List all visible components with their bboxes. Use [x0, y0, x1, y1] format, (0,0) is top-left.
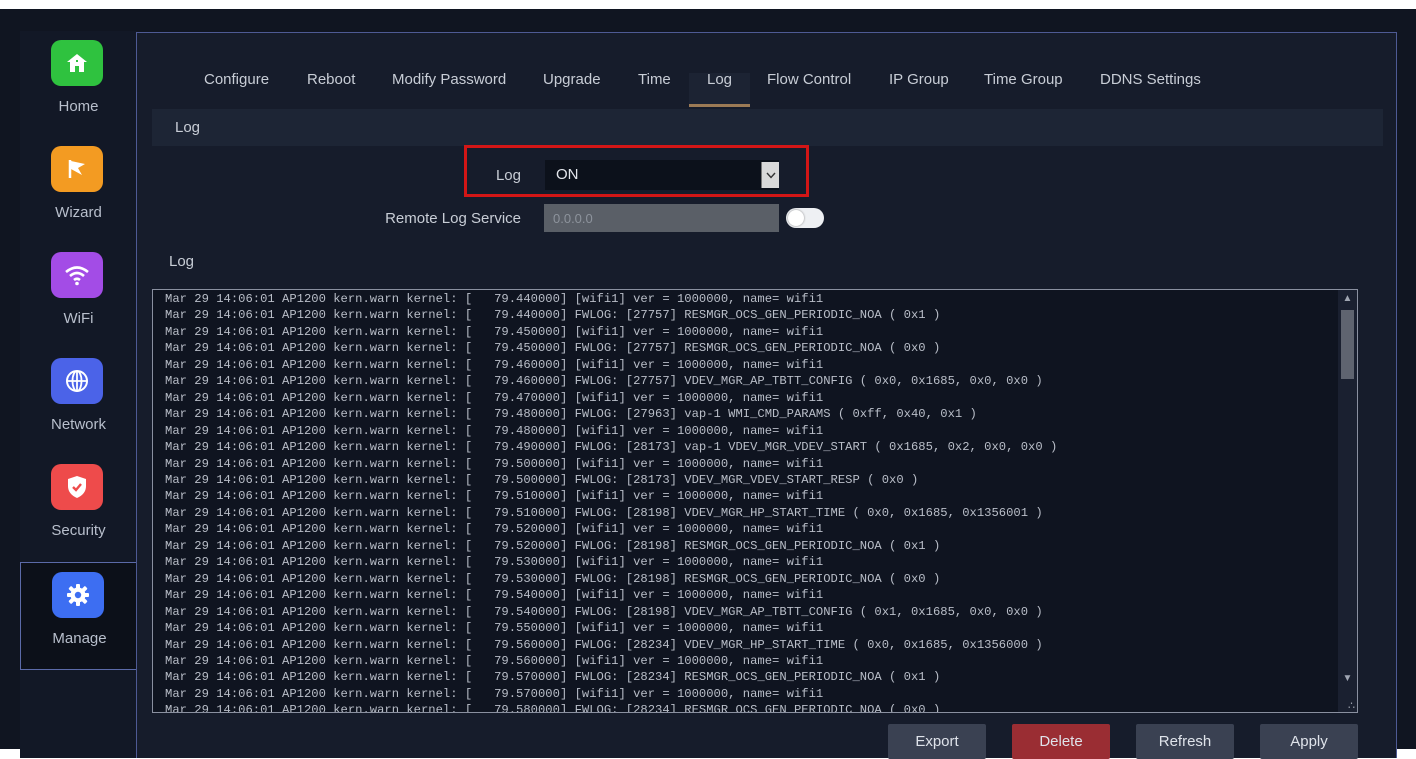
- tab-time[interactable]: Time: [638, 71, 671, 88]
- tab-upgrade[interactable]: Upgrade: [543, 71, 601, 88]
- tab-ip-group[interactable]: IP Group: [889, 71, 949, 88]
- tab-ddns-settings[interactable]: DDNS Settings: [1100, 71, 1201, 88]
- log-scrollbar[interactable]: ▲ ▼: [1338, 290, 1357, 712]
- log-line: Mar 29 14:06:01 AP1200 kern.warn kernel:…: [165, 522, 824, 537]
- log-line: Mar 29 14:06:01 AP1200 kern.warn kernel:…: [165, 670, 941, 685]
- sidebar-item-label: Manage: [52, 630, 107, 647]
- section-title: Log: [175, 119, 201, 136]
- sidebar-item-label: Home: [58, 98, 99, 115]
- shield-icon: [51, 464, 103, 510]
- scroll-down-icon[interactable]: ▼: [1338, 670, 1357, 688]
- main-panel: Configure Reboot Modify Password Upgrade…: [136, 32, 1397, 759]
- sidebar-item-network[interactable]: Network: [20, 349, 137, 455]
- export-button[interactable]: Export: [888, 724, 986, 759]
- tab-log[interactable]: Log: [707, 71, 732, 88]
- log-line: Mar 29 14:06:01 AP1200 kern.warn kernel:…: [165, 440, 1058, 455]
- sidebar-item-home[interactable]: Home: [20, 31, 137, 137]
- log-line: Mar 29 14:06:01 AP1200 kern.warn kernel:…: [165, 308, 941, 323]
- wifi-icon: [51, 252, 103, 298]
- tab-configure[interactable]: Configure: [204, 71, 269, 88]
- section-header: Log: [152, 109, 1383, 146]
- globe-icon: [51, 358, 103, 404]
- resize-grip-icon[interactable]: ∴: [1348, 699, 1355, 712]
- sidebar-item-wifi[interactable]: WiFi: [20, 243, 137, 349]
- log-line: Mar 29 14:06:01 AP1200 kern.warn kernel:…: [165, 653, 824, 668]
- highlight-box: [464, 145, 809, 197]
- flag-icon: [51, 146, 103, 192]
- log-line: Mar 29 14:06:01 AP1200 kern.warn kernel:…: [165, 423, 824, 438]
- log-line: Mar 29 14:06:01 AP1200 kern.warn kernel:…: [165, 456, 824, 471]
- home-icon: [51, 40, 103, 86]
- remote-log-toggle[interactable]: [786, 208, 824, 228]
- app-frame: Home Wizard WiFi Network Security Manage…: [0, 9, 1416, 759]
- sidebar-item-label: Security: [51, 522, 106, 539]
- log-line: Mar 29 14:06:01 AP1200 kern.warn kernel:…: [165, 703, 941, 713]
- log-line: Mar 29 14:06:01 AP1200 kern.warn kernel:…: [165, 374, 1043, 389]
- toggle-knob: [788, 210, 804, 226]
- log-line: Mar 29 14:06:01 AP1200 kern.warn kernel:…: [165, 324, 824, 339]
- log-line: Mar 29 14:06:01 AP1200 kern.warn kernel:…: [165, 571, 941, 586]
- log-line: Mar 29 14:06:01 AP1200 kern.warn kernel:…: [165, 538, 941, 553]
- sidebar-item-wizard[interactable]: Wizard: [20, 137, 137, 243]
- log-line: Mar 29 14:06:01 AP1200 kern.warn kernel:…: [165, 604, 1043, 619]
- delete-button[interactable]: Delete: [1012, 724, 1110, 759]
- tab-reboot[interactable]: Reboot: [307, 71, 355, 88]
- scroll-thumb[interactable]: [1341, 310, 1354, 379]
- log-line: Mar 29 14:06:01 AP1200 kern.warn kernel:…: [165, 390, 824, 405]
- remote-log-input[interactable]: 0.0.0.0: [544, 204, 779, 232]
- remote-log-label: Remote Log Service: [385, 210, 521, 227]
- log-line: Mar 29 14:06:01 AP1200 kern.warn kernel:…: [165, 505, 1043, 520]
- log-line: Mar 29 14:06:01 AP1200 kern.warn kernel:…: [165, 292, 824, 306]
- log-line: Mar 29 14:06:01 AP1200 kern.warn kernel:…: [165, 555, 824, 570]
- log-line: Mar 29 14:06:01 AP1200 kern.warn kernel:…: [165, 341, 941, 356]
- log-area-title: Log: [169, 253, 195, 270]
- active-tab-indicator: [689, 104, 750, 107]
- log-line: Mar 29 14:06:01 AP1200 kern.warn kernel:…: [165, 686, 824, 701]
- sidebar-item-security[interactable]: Security: [20, 455, 137, 561]
- sidebar: Home Wizard WiFi Network Security Manage: [20, 31, 137, 758]
- sidebar-item-label: Network: [50, 416, 106, 433]
- apply-button[interactable]: Apply: [1260, 724, 1358, 759]
- log-line: Mar 29 14:06:01 AP1200 kern.warn kernel:…: [165, 637, 1043, 652]
- tab-flow-control[interactable]: Flow Control: [767, 71, 851, 88]
- scroll-up-icon[interactable]: ▲: [1338, 290, 1357, 308]
- tab-bar: Configure Reboot Modify Password Upgrade…: [137, 57, 1396, 107]
- gear-icon: [52, 572, 104, 618]
- log-line: Mar 29 14:06:01 AP1200 kern.warn kernel:…: [165, 621, 824, 636]
- sidebar-item-label: WiFi: [63, 310, 94, 327]
- tab-time-group[interactable]: Time Group: [984, 71, 1063, 88]
- sidebar-item-label: Wizard: [55, 204, 102, 221]
- log-line: Mar 29 14:06:01 AP1200 kern.warn kernel:…: [165, 489, 824, 504]
- log-line: Mar 29 14:06:01 AP1200 kern.warn kernel:…: [165, 588, 824, 603]
- log-content: Mar 29 14:06:01 AP1200 kern.warn kernel:…: [165, 291, 1058, 713]
- log-line: Mar 29 14:06:01 AP1200 kern.warn kernel:…: [165, 407, 977, 422]
- log-line: Mar 29 14:06:01 AP1200 kern.warn kernel:…: [165, 472, 919, 487]
- log-textarea[interactable]: Mar 29 14:06:01 AP1200 kern.warn kernel:…: [152, 289, 1358, 713]
- tab-modify-password[interactable]: Modify Password: [392, 71, 506, 88]
- log-line: Mar 29 14:06:01 AP1200 kern.warn kernel:…: [165, 357, 824, 372]
- sidebar-item-manage[interactable]: Manage: [20, 562, 137, 670]
- refresh-button[interactable]: Refresh: [1136, 724, 1234, 759]
